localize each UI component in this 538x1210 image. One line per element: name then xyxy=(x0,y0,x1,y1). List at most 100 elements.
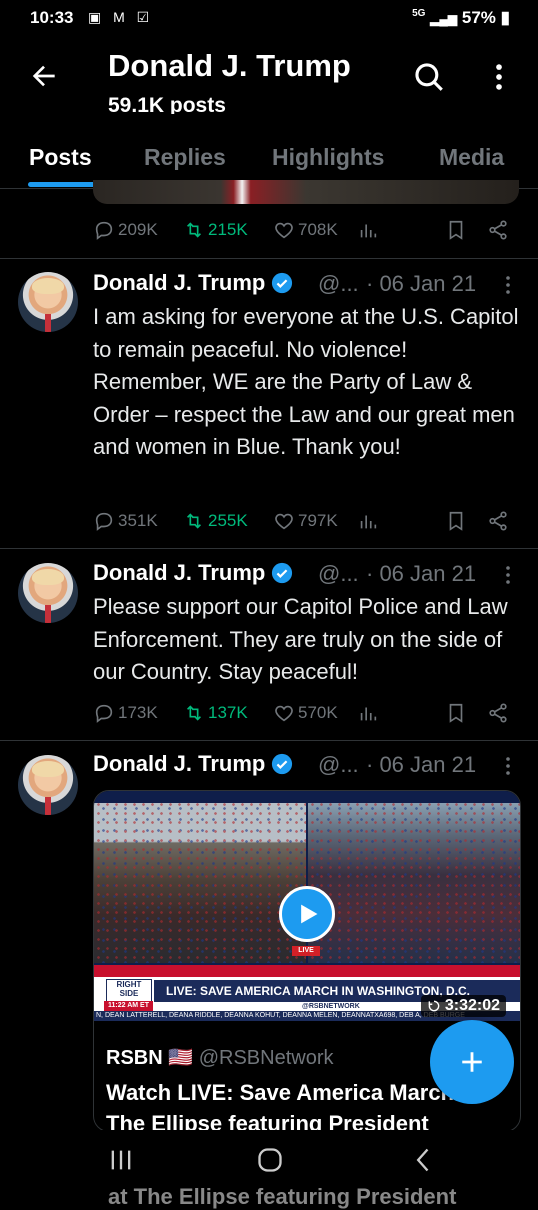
tab-highlights[interactable]: Highlights xyxy=(272,144,384,171)
tweet-author[interactable]: Donald J. Trump xyxy=(93,560,293,586)
views-button[interactable] xyxy=(357,702,379,724)
like-count: 570K xyxy=(298,703,338,722)
views-button[interactable] xyxy=(357,219,379,241)
broadcast-channel: @RSBNETWORK xyxy=(302,1003,360,1010)
repost-button[interactable]: 255K xyxy=(183,510,248,532)
reply-count: 351K xyxy=(118,511,158,530)
like-count: 708K xyxy=(298,220,338,239)
like-button[interactable]: 570K xyxy=(273,702,338,724)
home-icon[interactable] xyxy=(256,1146,284,1174)
bookmark-icon xyxy=(449,220,463,240)
views-button[interactable] xyxy=(357,510,379,532)
nav-bleed-text: at The Ellipse featuring President xyxy=(108,1184,457,1209)
reply-count: 173K xyxy=(118,703,158,722)
crowd-image-left xyxy=(94,803,306,963)
network-label: 5G xyxy=(412,8,426,19)
previous-post-actions: 209K 215K 708K xyxy=(93,219,519,245)
avatar[interactable] xyxy=(18,755,78,815)
back-chevron-icon[interactable] xyxy=(410,1146,438,1174)
bookmark-button[interactable] xyxy=(445,219,467,241)
reply-count: 209K xyxy=(118,220,158,239)
reply-button[interactable]: 209K xyxy=(93,219,158,241)
divider xyxy=(0,258,538,259)
author-handle: @... xyxy=(318,561,359,586)
broadcast-time: 11:22 AM ET xyxy=(104,1001,153,1011)
repost-button[interactable]: 137K xyxy=(183,702,248,724)
author-name: Donald J. Trump xyxy=(93,560,266,585)
reply-button[interactable]: 173K xyxy=(93,702,158,724)
share-icon xyxy=(489,220,507,240)
previous-post-media[interactable] xyxy=(93,180,519,204)
like-button[interactable]: 797K xyxy=(273,510,338,532)
crowd-image-right xyxy=(308,803,520,963)
profile-header: Donald J. Trump 59.1K posts xyxy=(0,36,538,116)
tab-media[interactable]: Media xyxy=(439,144,504,171)
notification-icons: ▣ M ☑ xyxy=(88,9,154,25)
quoted-author: RSBN 🇺🇸 @RSBNetwork xyxy=(106,1045,333,1070)
tweet-text: Please support our Capitol Police and La… xyxy=(93,594,508,684)
battery-label: 57% xyxy=(461,8,496,27)
video-thumbnail[interactable]: LIVE RIGHT SIDE LIVE: SAVE AMERICA MARCH… xyxy=(94,791,520,1021)
divider xyxy=(0,548,538,549)
flag-icon: 🇺🇸 xyxy=(168,1047,194,1069)
share-icon xyxy=(489,511,507,531)
tweet-more-icon[interactable] xyxy=(500,564,516,586)
reply-icon xyxy=(95,221,113,240)
more-vertical-icon[interactable] xyxy=(482,60,516,94)
repost-count: 137K xyxy=(208,703,248,722)
tab-posts[interactable]: Posts xyxy=(29,144,92,171)
play-icon xyxy=(301,904,318,924)
back-arrow-icon[interactable] xyxy=(28,60,60,92)
like-count: 797K xyxy=(298,511,338,530)
views-chart-icon xyxy=(360,515,377,529)
video-duration: 3:32:02 xyxy=(420,995,506,1017)
repost-icon xyxy=(186,222,202,238)
avatar[interactable] xyxy=(18,272,78,332)
share-button[interactable] xyxy=(487,702,509,724)
author-name: Donald J. Trump xyxy=(93,751,266,776)
search-icon[interactable] xyxy=(412,60,446,94)
avatar[interactable] xyxy=(18,563,78,623)
heart-icon xyxy=(275,705,293,722)
signal-icon: ▂▄▆ xyxy=(430,12,458,26)
live-tag: LIVE xyxy=(292,946,320,956)
reply-button[interactable]: 351K xyxy=(93,510,158,532)
views-chart-icon xyxy=(360,224,377,238)
reply-icon xyxy=(95,512,113,531)
tweet-date: · 06 Jan 21 xyxy=(366,561,477,586)
duration-text: 3:32:02 xyxy=(444,997,500,1014)
tweet-author[interactable]: Donald J. Trump xyxy=(93,270,293,296)
author-name: Donald J. Trump xyxy=(93,270,266,295)
repost-count: 255K xyxy=(208,511,248,530)
bookmark-button[interactable] xyxy=(445,510,467,532)
share-button[interactable] xyxy=(487,219,509,241)
verified-badge-icon xyxy=(272,753,293,775)
like-button[interactable]: 708K xyxy=(273,219,338,241)
tweet-more-icon[interactable] xyxy=(500,755,516,777)
tweet-more-icon[interactable] xyxy=(500,274,516,296)
author-handle: @... xyxy=(318,271,359,296)
reply-icon xyxy=(95,704,113,723)
battery-icon: ▮ xyxy=(500,8,510,27)
tweet-author[interactable]: Donald J. Trump xyxy=(93,751,293,777)
repost-button[interactable]: 215K xyxy=(183,219,248,241)
tweet-date: · 06 Jan 21 xyxy=(366,271,477,296)
compose-button[interactable] xyxy=(430,1020,514,1104)
share-button[interactable] xyxy=(487,510,509,532)
profile-tabs: Posts Replies Highlights Media xyxy=(0,116,538,189)
status-bar: 10:33 ▣ M ☑ 5G ▂▄▆ 57% ▮ xyxy=(0,0,538,36)
active-tab-indicator xyxy=(28,182,102,187)
recent-apps-icon[interactable] xyxy=(107,1146,135,1174)
tab-replies[interactable]: Replies xyxy=(144,144,226,171)
share-icon xyxy=(489,703,507,723)
post-count: 59.1K posts xyxy=(108,94,226,114)
plus-icon xyxy=(462,1052,482,1072)
tweet-text: I am asking for everyone at the U.S. Cap… xyxy=(93,304,519,459)
bookmark-button[interactable] xyxy=(445,702,467,724)
heart-icon xyxy=(275,222,293,239)
status-right: 5G ▂▄▆ 57% ▮ xyxy=(412,8,510,28)
repost-count: 215K xyxy=(208,220,248,239)
play-button[interactable] xyxy=(279,886,335,942)
page-title: Donald J. Trump xyxy=(108,48,351,83)
verified-badge-icon xyxy=(272,562,293,584)
